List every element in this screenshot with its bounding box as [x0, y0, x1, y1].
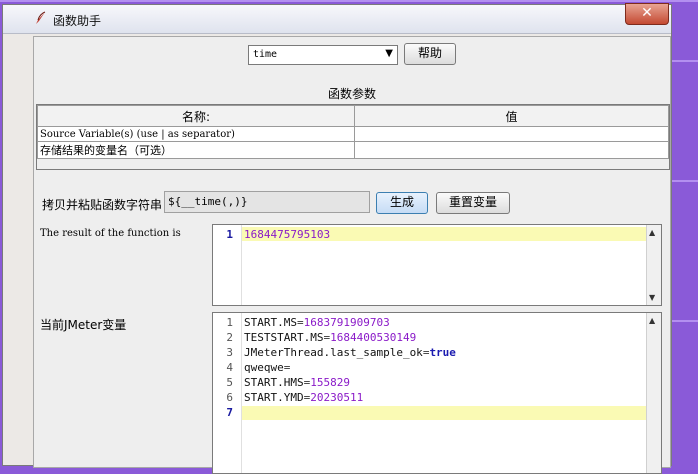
line-number: 1	[226, 316, 233, 329]
equals-sign: =	[296, 316, 304, 329]
param-name-cell[interactable]: 存储结果的变量名（可选）	[37, 141, 355, 159]
jmeter-vars-label: 当前JMeter变量	[40, 318, 127, 332]
help-button[interactable]: 帮助	[404, 43, 456, 65]
equals-sign: =	[283, 361, 291, 374]
reset-variables-button[interactable]: 重置变量	[436, 192, 510, 214]
var-value: true	[429, 346, 456, 359]
code-line: TESTSTART.MS=1684400530149	[244, 331, 416, 344]
var-value: 155829	[310, 376, 350, 389]
line-number: 5	[226, 376, 233, 389]
table-row[interactable]: 存储结果的变量名（可选）	[37, 141, 669, 159]
close-button[interactable]: ✕	[625, 3, 669, 25]
function-select-value: time	[253, 49, 278, 60]
function-string-field[interactable]: ${__time(,)}	[164, 191, 370, 213]
code-line: START.HMS=155829	[244, 376, 350, 389]
var-value: 20230511	[310, 391, 364, 404]
dialog-content: time ▼ 帮助 函数参数 名称: 值 Source Variable(s) …	[33, 36, 671, 474]
code-line: qweqwe=	[244, 361, 290, 374]
desktop-decoration	[672, 320, 698, 322]
result-label: The result of the function is	[40, 228, 181, 239]
line-number: 3	[226, 346, 233, 359]
var-key: START.YMD	[244, 391, 304, 404]
scroll-up-icon[interactable]: ▲	[649, 316, 655, 325]
function-helper-window: 函数助手 ✕ time ▼ 帮助 函数参数 名称: 值 Source Varia…	[2, 3, 672, 474]
params-header-row: 名称: 值	[37, 105, 669, 127]
line-number: 1	[226, 228, 233, 241]
function-select[interactable]: time ▼	[248, 45, 398, 65]
line-number: 2	[226, 331, 233, 344]
desktop-decoration	[672, 180, 698, 182]
scroll-down-icon[interactable]: ▼	[649, 293, 655, 302]
var-value: 1684400530149	[330, 331, 417, 344]
window-title: 函数助手	[53, 14, 102, 28]
current-line-highlight	[242, 406, 647, 420]
vertical-scrollbar[interactable]: ▲ ▼	[646, 225, 661, 305]
column-header-name: 名称:	[37, 105, 355, 127]
table-row[interactable]: Source Variable(s) (use | as separator)	[37, 126, 669, 142]
param-value-cell[interactable]	[354, 141, 669, 159]
line-number: 7	[226, 406, 233, 419]
result-editor[interactable]: 1 1684475795103 ▲ ▼	[212, 224, 662, 306]
desktop-decoration	[0, 0, 698, 2]
params-table: 名称: 值 Source Variable(s) (use | as separ…	[36, 104, 670, 170]
desktop-decoration	[672, 60, 698, 62]
var-value: 1683791909703	[303, 316, 390, 329]
function-string-value: ${__time(,)}	[168, 195, 248, 208]
var-key: JMeterThread.last_sample_ok	[244, 346, 423, 359]
params-title: 函数参数	[327, 87, 376, 101]
code-line: START.YMD=20230511	[244, 391, 363, 404]
generate-button[interactable]: 生成	[376, 192, 428, 214]
scroll-up-icon[interactable]: ▲	[649, 228, 655, 237]
column-header-value: 值	[354, 105, 669, 127]
param-name-cell[interactable]: Source Variable(s) (use | as separator)	[37, 126, 355, 142]
var-key: START.MS	[244, 316, 297, 329]
var-key: TESTSTART.MS	[244, 331, 324, 344]
chevron-down-icon: ▼	[385, 48, 393, 59]
line-number: 4	[226, 361, 233, 374]
param-value-cell[interactable]	[354, 126, 669, 142]
result-value: 1684475795103	[244, 228, 331, 241]
line-number: 6	[226, 391, 233, 404]
title-bar[interactable]: 函数助手 ✕	[3, 3, 671, 34]
var-key: qweqwe	[244, 361, 284, 374]
copy-label: 拷贝并粘贴函数字符串	[42, 198, 163, 212]
code-line: JMeterThread.last_sample_ok=true	[244, 346, 456, 359]
vertical-scrollbar[interactable]: ▲	[646, 313, 661, 473]
code-line: START.MS=1683791909703	[244, 316, 390, 329]
var-key: START.HMS	[244, 376, 304, 389]
close-icon: ✕	[641, 5, 653, 21]
feather-icon	[36, 11, 46, 24]
jmeter-vars-editor[interactable]: 1 START.MS=1683791909703 2 TESTSTART.MS=…	[212, 312, 662, 474]
